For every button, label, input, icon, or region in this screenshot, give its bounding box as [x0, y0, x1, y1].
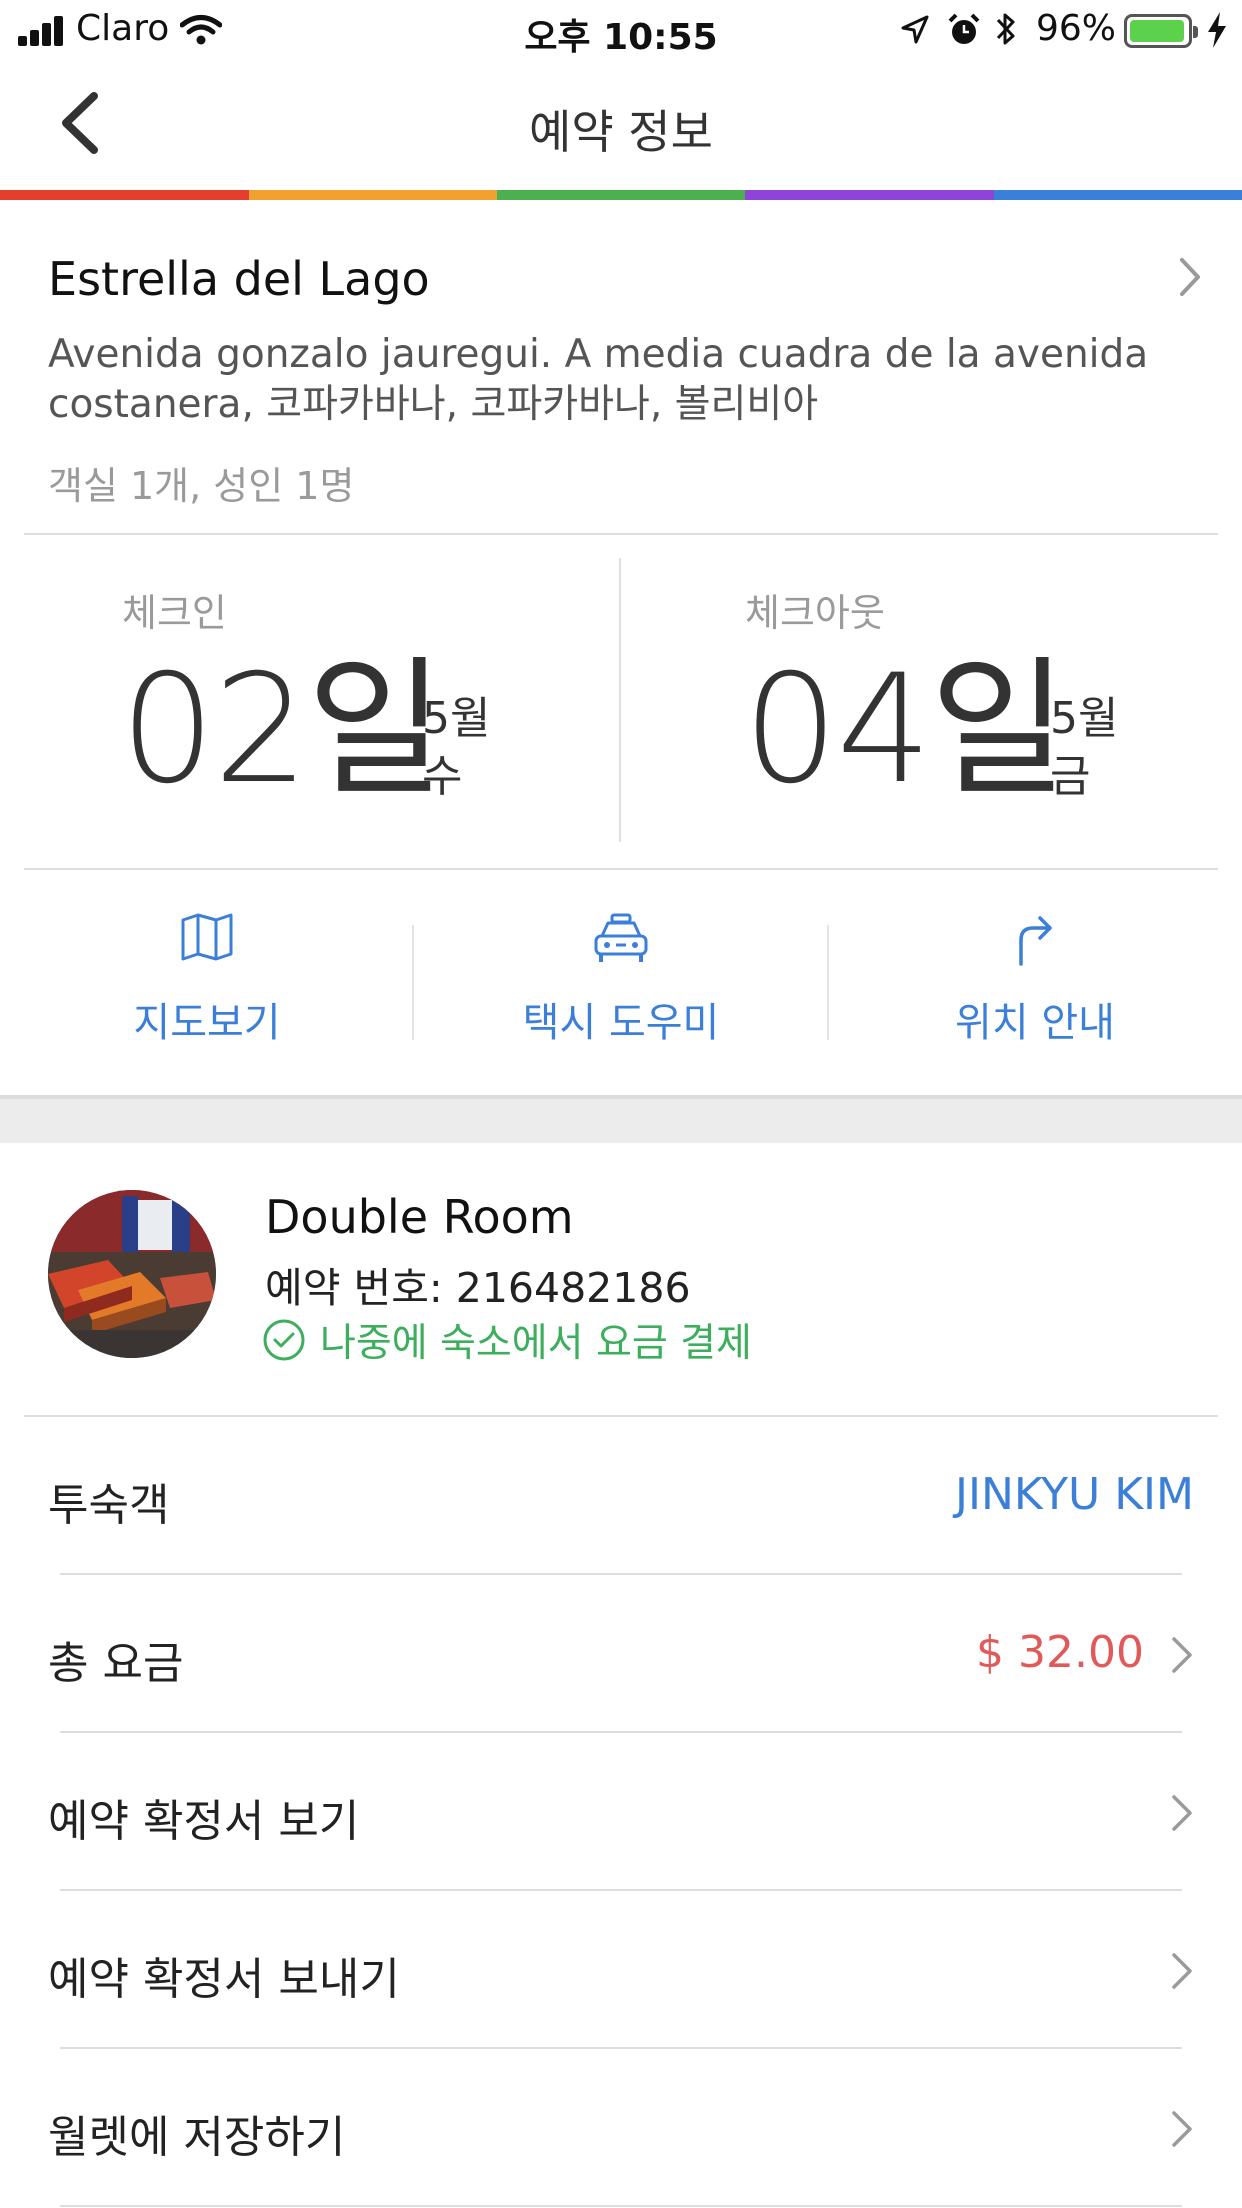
payment-status: 나중에 숙소에서 요금 결제 — [262, 1312, 752, 1368]
checkin-label: 체크인 — [122, 591, 227, 635]
divider — [24, 533, 1218, 535]
check-circle-icon — [263, 1319, 305, 1361]
checkin-month: 5월 — [422, 693, 491, 744]
taxi-helper-button[interactable]: 택시 도우미 — [414, 872, 828, 1072]
chevron-right-icon — [1172, 1953, 1192, 1989]
directions-button[interactable]: 위치 안내 — [828, 872, 1242, 1072]
guest-name: JINKYU KIM — [954, 1469, 1194, 1520]
rainbow-stripe-segment — [994, 190, 1242, 200]
hotel-header[interactable]: Estrella del Lago Avenida gonzalo jaureg… — [0, 200, 1242, 533]
view-confirmation-row[interactable]: 예약 확정서 보기 — [0, 1733, 1242, 1891]
directions-label: 위치 안내 — [955, 1000, 1115, 1046]
battery-icon — [1124, 14, 1198, 48]
hotel-address: Avenida gonzalo jauregui. A media cuadra… — [48, 332, 1149, 427]
map-icon — [181, 913, 233, 961]
map-view-button[interactable]: 지도보기 — [0, 872, 414, 1072]
row-divider — [60, 2205, 1182, 2207]
save-to-wallet-label: 월렛에 저장하기 — [48, 2112, 346, 2163]
total-price-row[interactable]: 총 요금 $ 32.00 — [0, 1575, 1242, 1733]
directions-arrow-icon — [1019, 916, 1052, 966]
map-view-label: 지도보기 — [133, 1000, 281, 1046]
chevron-right-icon — [1172, 1795, 1192, 1831]
taxi-icon — [594, 913, 648, 962]
bluetooth-icon — [996, 13, 1015, 45]
checkout-month: 5월 — [1050, 693, 1119, 744]
total-price-value: $ 32.00 — [976, 1627, 1144, 1678]
rainbow-stripe-segment — [249, 190, 497, 200]
chevron-right-icon — [1180, 258, 1200, 296]
charging-bolt-icon — [1208, 12, 1226, 48]
guest-summary: 객실 1개, 성인 1명 — [48, 464, 355, 508]
room-photo-image — [48, 1190, 216, 1358]
section-separator — [0, 1095, 1242, 1143]
save-to-wallet-row[interactable]: 월렛에 저장하기 — [0, 2049, 1242, 2207]
nav-bar: 예약 정보 — [0, 62, 1242, 190]
page-title: 예약 정보 — [529, 105, 713, 159]
divider — [24, 868, 1218, 870]
chevron-right-icon — [1172, 1637, 1192, 1673]
booking-number: 예약 번호: 216482186 — [265, 1264, 691, 1312]
room-name: Double Room — [265, 1190, 574, 1244]
alarm-icon — [948, 13, 980, 44]
chevron-right-icon — [1172, 2111, 1192, 2147]
view-confirmation-label: 예약 확정서 보기 — [48, 1796, 360, 1847]
payment-note: 나중에 숙소에서 요금 결제 — [320, 1321, 752, 1366]
room-photo[interactable] — [48, 1190, 216, 1358]
checkout-weekday: 금 — [1050, 751, 1091, 802]
battery-level-fill — [1130, 20, 1184, 42]
rainbow-stripe-segment — [745, 190, 994, 200]
battery-percent: 96% — [1036, 8, 1117, 49]
guest-row-label: 투숙객 — [48, 1480, 170, 1531]
location-arrow-icon — [901, 15, 929, 44]
total-price-label: 총 요금 — [48, 1638, 184, 1689]
rainbow-stripe-segment — [497, 190, 745, 200]
dates-divider — [619, 558, 621, 842]
rainbow-stripe-segment — [0, 190, 249, 200]
guest-row[interactable]: 투숙객 JINKYU KIM — [0, 1417, 1242, 1575]
hotel-name: Estrella del Lago — [48, 252, 430, 306]
checkout-label: 체크아웃 — [745, 591, 885, 635]
send-confirmation-label: 예약 확정서 보내기 — [48, 1954, 400, 2005]
checkin-day: 02일 — [120, 643, 445, 817]
checkin-weekday: 수 — [422, 751, 463, 802]
taxi-helper-label: 택시 도우미 — [522, 1000, 720, 1046]
status-bar: Claro 오후 10:55 96% — [0, 0, 1242, 62]
checkout-day: 04일 — [743, 643, 1068, 817]
send-confirmation-row[interactable]: 예약 확정서 보내기 — [0, 1891, 1242, 2049]
